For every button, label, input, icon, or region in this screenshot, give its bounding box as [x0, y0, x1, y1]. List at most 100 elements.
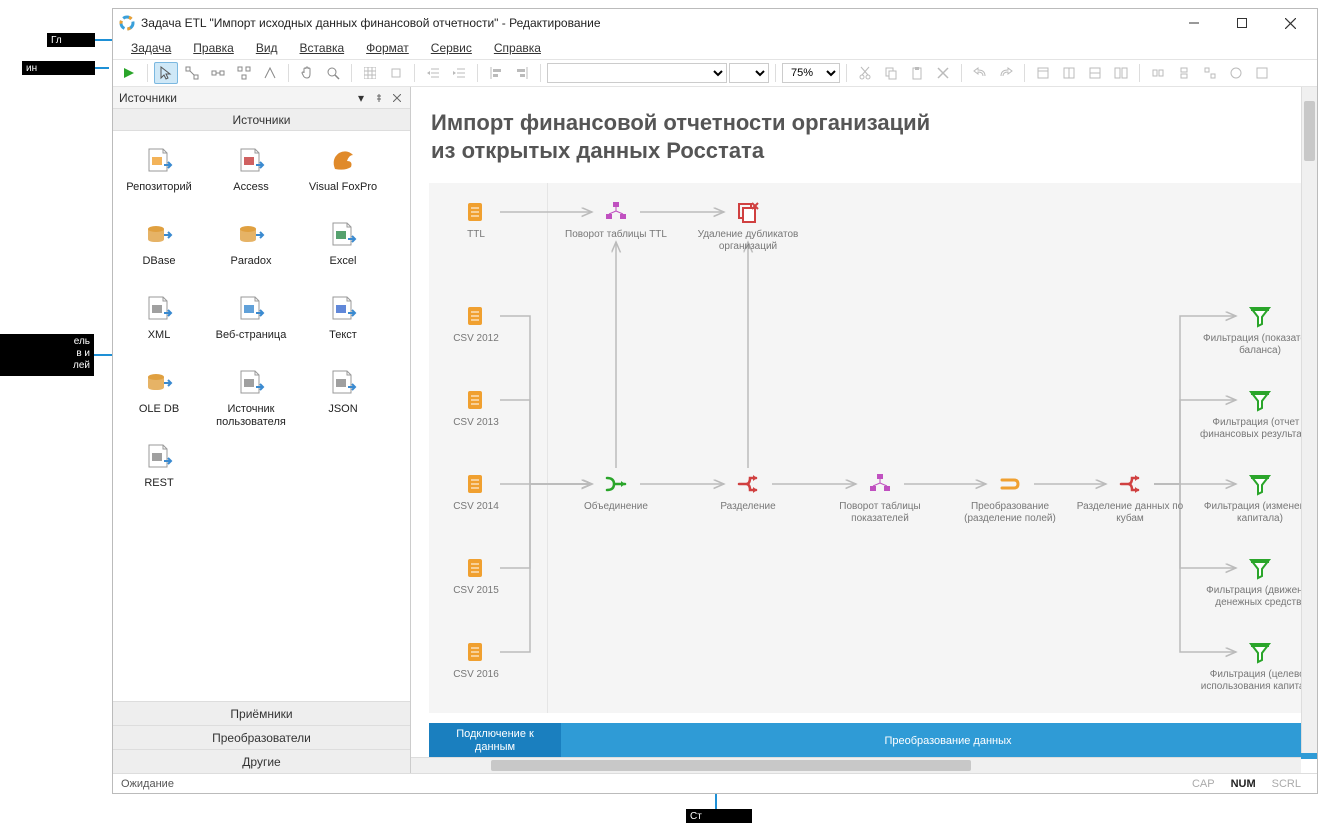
tool-extra-3-icon[interactable]	[1198, 62, 1222, 84]
source-item-9[interactable]: OLE DB	[113, 361, 205, 435]
copy-icon[interactable]	[879, 62, 903, 84]
layout-3-icon[interactable]	[1083, 62, 1107, 84]
font-combo[interactable]	[547, 63, 727, 83]
sources-grid: Репозиторий AccessVisual FoxPro DBase Parad…	[113, 131, 410, 701]
panel-close-icon[interactable]	[390, 91, 404, 105]
menu-help[interactable]: Справка	[484, 39, 551, 57]
pan-tool-icon[interactable]	[295, 62, 319, 84]
code-icon	[143, 441, 175, 473]
delete-icon[interactable]	[931, 62, 955, 84]
source-item-2[interactable]: Visual FoxPro	[297, 139, 389, 213]
connect-tool-icon[interactable]	[180, 62, 204, 84]
node-f4[interactable]: Фильтрация (движение денежных средств)	[1195, 555, 1317, 608]
node-pivot_ind[interactable]: Поворот таблицы показателей	[815, 471, 945, 524]
status-text: Ожидание	[121, 778, 174, 790]
layout-1-icon[interactable]	[1031, 62, 1055, 84]
indent-in-icon[interactable]	[447, 62, 471, 84]
redo-icon[interactable]	[994, 62, 1018, 84]
run-icon[interactable]	[117, 62, 141, 84]
menu-service[interactable]: Сервис	[421, 39, 482, 57]
zoom-combo[interactable]: 75%	[782, 63, 840, 83]
side-group-transformers[interactable]: Преобразователи	[113, 725, 410, 749]
node-f1[interactable]: Фильтрация (показатели баланса)	[1195, 303, 1317, 356]
foxpro-icon	[327, 145, 359, 177]
node-csv2014[interactable]: CSV 2014	[411, 471, 541, 513]
align-left-icon[interactable]	[484, 62, 508, 84]
node-ttl[interactable]: TTL	[411, 199, 541, 241]
zoom-tool-icon[interactable]	[321, 62, 345, 84]
node-split[interactable]: Разделение	[683, 471, 813, 513]
node-union[interactable]: Объединение	[551, 471, 681, 513]
layout-2-icon[interactable]	[1057, 62, 1081, 84]
horizontal-scrollbar[interactable]	[411, 757, 1301, 773]
source-item-6[interactable]: XML	[113, 287, 205, 361]
node-csv2013[interactable]: CSV 2013	[411, 387, 541, 429]
vertical-scrollbar[interactable]	[1301, 87, 1317, 753]
source-label: DBase	[140, 255, 177, 268]
source-item-7[interactable]: Веб-страница	[205, 287, 297, 361]
side-group-receivers[interactable]: Приёмники	[113, 701, 410, 725]
menu-insert[interactable]: Вставка	[290, 39, 355, 57]
snap-tool-icon[interactable]	[384, 62, 408, 84]
source-item-8[interactable]: Текст	[297, 287, 389, 361]
tool-extra-2-icon[interactable]	[1172, 62, 1196, 84]
stage-transform-label: Преобразование данных	[561, 723, 1317, 759]
menu-view[interactable]: Вид	[246, 39, 288, 57]
tool-3-icon[interactable]	[206, 62, 230, 84]
source-item-12[interactable]: REST	[113, 435, 205, 509]
menu-edit[interactable]: Правка	[183, 39, 244, 57]
source-item-4[interactable]: Paradox	[205, 213, 297, 287]
node-splitcubes[interactable]: Разделение данных по кубам	[1065, 471, 1195, 524]
callout-4: Ст	[686, 809, 752, 823]
callout-line	[95, 67, 109, 69]
tool-extra-5-icon[interactable]	[1250, 62, 1274, 84]
side-group-sources[interactable]: Источники	[113, 109, 410, 131]
source-item-1[interactable]: Access	[205, 139, 297, 213]
source-item-5[interactable]: Excel	[297, 213, 389, 287]
panel-menu-icon[interactable]: ▾	[354, 91, 368, 105]
side-panel: Источники ▾ Источники РепозиторийAccessV…	[113, 87, 411, 773]
tool-extra-4-icon[interactable]	[1224, 62, 1248, 84]
canvas-title: Импорт финансовой отчетности организаций…	[431, 109, 930, 164]
node-csv2015[interactable]: CSV 2015	[411, 555, 541, 597]
node-f5[interactable]: Фильтрация (целевое использования капита…	[1195, 639, 1317, 692]
node-pivot_ttl[interactable]: Поворот таблицы TTL	[551, 199, 681, 241]
node-dedup[interactable]: Удаление дубликатов организаций	[683, 199, 813, 252]
undo-icon[interactable]	[968, 62, 992, 84]
etl-canvas[interactable]: Импорт финансовой отчетности организаций…	[411, 87, 1317, 773]
canvas-area: Импорт финансовой отчетности организаций…	[411, 87, 1317, 773]
toolbar: 75%	[113, 59, 1317, 87]
side-group-other[interactable]: Другие	[113, 749, 410, 773]
source-item-11[interactable]: JSON	[297, 361, 389, 435]
size-combo[interactable]	[729, 63, 769, 83]
node-f2[interactable]: Фильтрация (отчет о финансовых результат…	[1195, 387, 1317, 440]
close-button[interactable]	[1275, 13, 1305, 33]
layout-4-icon[interactable]	[1109, 62, 1133, 84]
tool-extra-1-icon[interactable]	[1146, 62, 1170, 84]
source-item-10[interactable]: Источник пользователя	[205, 361, 297, 435]
source-item-3[interactable]: DBase	[113, 213, 205, 287]
maximize-button[interactable]	[1227, 13, 1257, 33]
tool-5-icon[interactable]	[258, 62, 282, 84]
source-label: Репозиторий	[124, 181, 194, 194]
node-f3[interactable]: Фильтрация (изменения капитала)	[1195, 471, 1317, 524]
panel-pin-icon[interactable]	[372, 91, 386, 105]
minimize-button[interactable]	[1179, 13, 1209, 33]
paste-icon[interactable]	[905, 62, 929, 84]
tool-4-icon[interactable]	[232, 62, 256, 84]
source-label: Excel	[328, 255, 359, 268]
node-label: Разделение данных по кубам	[1065, 501, 1195, 524]
source-label: REST	[142, 477, 175, 490]
source-item-0[interactable]: Репозиторий	[113, 139, 205, 213]
menu-format[interactable]: Формат	[356, 39, 419, 57]
indent-out-icon[interactable]	[421, 62, 445, 84]
node-transform[interactable]: Преобразование (разделение полей)	[945, 471, 1075, 524]
menu-task[interactable]: Задача	[121, 39, 181, 57]
canvas-stage: TTLПоворот таблицы TTLУдаление дубликато…	[429, 183, 1317, 713]
cut-icon[interactable]	[853, 62, 877, 84]
align-right-icon[interactable]	[510, 62, 534, 84]
node-csv2012[interactable]: CSV 2012	[411, 303, 541, 345]
node-csv2016[interactable]: CSV 2016	[411, 639, 541, 681]
pointer-tool-icon[interactable]	[154, 62, 178, 84]
grid-tool-icon[interactable]	[358, 62, 382, 84]
